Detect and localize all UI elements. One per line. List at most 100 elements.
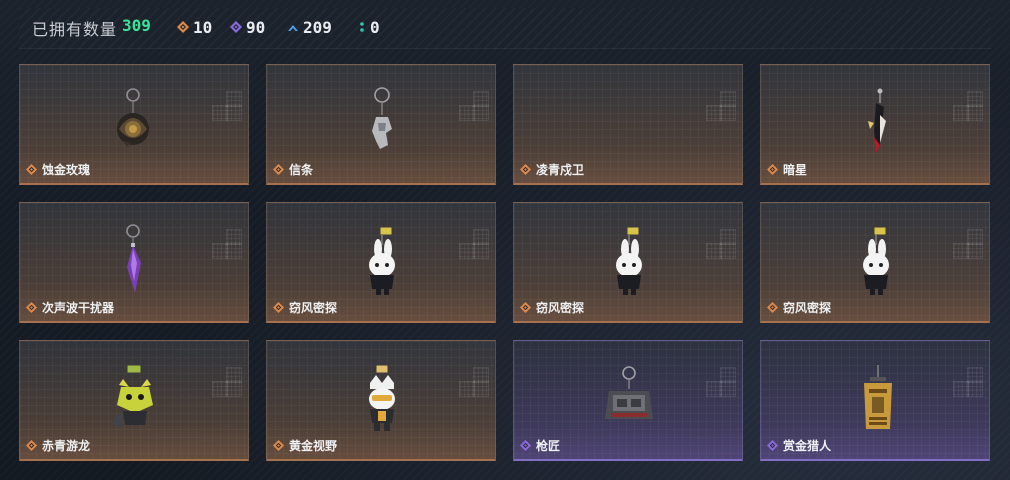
blue-chevron-icon xyxy=(287,21,299,33)
charm-name: 暗星 xyxy=(783,163,808,177)
charm-name: 次声波干扰器 xyxy=(42,301,115,315)
card-decoration xyxy=(212,381,228,397)
orange-diamond-icon xyxy=(767,160,778,179)
orange-diamond-icon xyxy=(520,160,531,179)
charm-name: 窃风密探 xyxy=(289,301,338,315)
card-label: 次声波干扰器 xyxy=(26,298,114,317)
charm-name: 窃风密探 xyxy=(783,301,832,315)
card-decoration xyxy=(473,105,489,121)
bounty-poster-charm-icon xyxy=(846,361,906,441)
charm-card[interactable]: 凌青戍卫 xyxy=(513,64,743,185)
charm-card[interactable]: 黄金视野 xyxy=(266,340,496,461)
stat-orange-value: 10 xyxy=(193,17,213,37)
card-decoration xyxy=(459,381,475,397)
card-decoration xyxy=(953,381,969,397)
stat-teal: 0 xyxy=(358,17,380,37)
charm-name: 信条 xyxy=(289,163,314,177)
card-label: 信条 xyxy=(273,160,313,179)
charm-collection-page: 已拥有数量 309 10 90 209 0 蚀金玫瑰 信条 凌青戍卫 暗星 次声… xyxy=(0,0,1010,480)
creed-charm-icon xyxy=(352,85,412,165)
green-dragon-charm-icon xyxy=(105,361,165,441)
owned-count-label: 已拥有数量 xyxy=(32,20,118,39)
charm-card[interactable]: 次声波干扰器 xyxy=(19,202,249,323)
purple-diamond-icon xyxy=(767,436,778,455)
orange-diamond-icon xyxy=(767,298,778,317)
purple-diamond-icon xyxy=(230,21,242,33)
purple-crystal-charm-icon xyxy=(105,223,165,303)
card-decoration xyxy=(967,381,983,397)
card-label: 黄金视野 xyxy=(273,436,337,455)
card-decoration xyxy=(720,105,736,121)
card-label: 窃风密探 xyxy=(767,298,831,317)
charm-card[interactable]: 蚀金玫瑰 xyxy=(19,64,249,185)
white-bunny-charm-icon xyxy=(352,223,412,303)
charm-name: 赤青游龙 xyxy=(42,439,91,453)
charm-name: 蚀金玫瑰 xyxy=(42,163,91,177)
card-decoration xyxy=(720,381,736,397)
card-decoration xyxy=(473,243,489,259)
card-decoration xyxy=(706,105,722,121)
card-decoration xyxy=(226,381,242,397)
purple-diamond-icon xyxy=(520,436,531,455)
orange-diamond-icon xyxy=(26,160,37,179)
orange-diamond-icon xyxy=(520,298,531,317)
stat-purple: 90 xyxy=(230,17,265,37)
stat-purple-value: 90 xyxy=(246,17,266,37)
card-decoration xyxy=(226,243,242,259)
orange-diamond-icon xyxy=(273,436,284,455)
stat-blue-value: 209 xyxy=(303,17,332,37)
card-decoration xyxy=(212,105,228,121)
card-decoration xyxy=(473,381,489,397)
orange-diamond-icon xyxy=(26,436,37,455)
dark-star-charm-icon xyxy=(846,85,906,165)
owned-count-total: 309 xyxy=(122,16,151,35)
charm-card[interactable]: 信条 xyxy=(266,64,496,185)
card-label: 蚀金玫瑰 xyxy=(26,160,90,179)
orange-diamond-icon xyxy=(26,298,37,317)
orange-diamond-icon xyxy=(273,298,284,317)
gold-rose-charm-icon xyxy=(105,85,165,165)
white-bunny-charm-icon xyxy=(599,223,659,303)
gunsmith-charm-icon xyxy=(599,361,659,441)
stat-teal-value: 0 xyxy=(370,17,380,37)
charm-card[interactable]: 暗星 xyxy=(760,64,990,185)
card-decoration xyxy=(212,243,228,259)
teal-dots-icon xyxy=(358,21,366,33)
card-decoration xyxy=(953,105,969,121)
card-decoration xyxy=(720,243,736,259)
charm-card[interactable]: 窃风密探 xyxy=(513,202,743,323)
card-label: 赏金猎人 xyxy=(767,436,831,455)
charm-card[interactable]: 赤青游龙 xyxy=(19,340,249,461)
collection-header: 已拥有数量 309 10 90 209 0 xyxy=(19,8,991,49)
charm-card[interactable]: 赏金猎人 xyxy=(760,340,990,461)
orange-diamond-icon xyxy=(177,21,189,33)
charm-name: 凌青戍卫 xyxy=(536,163,585,177)
charm-card[interactable]: 枪匠 xyxy=(513,340,743,461)
charm-name: 赏金猎人 xyxy=(783,439,832,453)
card-label: 窃风密探 xyxy=(273,298,337,317)
card-label: 枪匠 xyxy=(520,436,560,455)
card-decoration xyxy=(706,381,722,397)
golden-vision-charm-icon xyxy=(352,361,412,441)
charm-card[interactable]: 窃风密探 xyxy=(760,202,990,323)
card-label: 窃风密探 xyxy=(520,298,584,317)
card-decoration xyxy=(953,243,969,259)
card-decoration xyxy=(967,105,983,121)
card-label: 暗星 xyxy=(767,160,807,179)
orange-diamond-icon xyxy=(273,160,284,179)
stat-blue: 209 xyxy=(287,17,332,37)
charm-name: 窃风密探 xyxy=(536,301,585,315)
white-bunny-charm-icon xyxy=(846,223,906,303)
card-label: 赤青游龙 xyxy=(26,436,90,455)
card-decoration xyxy=(967,243,983,259)
card-label: 凌青戍卫 xyxy=(520,160,584,179)
empty-slot-icon xyxy=(599,85,659,165)
charm-name: 黄金视野 xyxy=(289,439,338,453)
card-decoration xyxy=(459,243,475,259)
charm-name: 枪匠 xyxy=(536,439,561,453)
card-decoration xyxy=(226,105,242,121)
card-decoration xyxy=(706,243,722,259)
card-decoration xyxy=(459,105,475,121)
stat-orange: 10 xyxy=(177,17,212,37)
charm-card[interactable]: 窃风密探 xyxy=(266,202,496,323)
